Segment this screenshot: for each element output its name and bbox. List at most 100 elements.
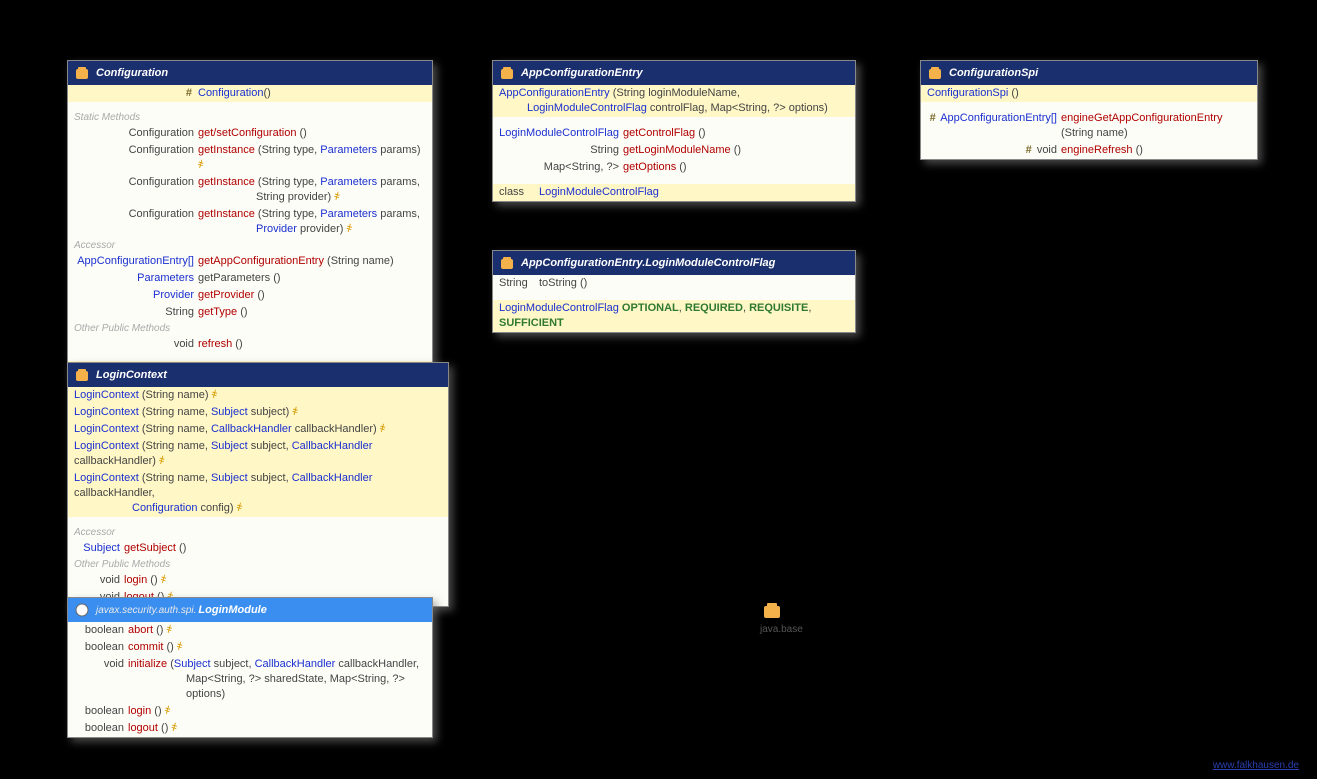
type-link[interactable]: Parameters xyxy=(320,176,377,188)
interface-header: javax.security.auth.spi. LoginModule xyxy=(68,598,432,622)
method-row: ParametersgetParameters () xyxy=(68,270,432,287)
type-link[interactable]: AppConfigurationEntry[] xyxy=(77,255,194,267)
type-link[interactable]: CallbackHandler xyxy=(255,658,336,670)
method-row: ConfigurationgetInstance (String type, P… xyxy=(68,206,432,238)
enum-row: LoginModuleControlFlag OPTIONAL, REQUIRE… xyxy=(493,300,855,332)
class-box-configuration: Configuration # Configuration() Static M… xyxy=(67,60,433,379)
type-link[interactable]: LoginContext xyxy=(74,440,139,452)
type-link[interactable]: Subject xyxy=(211,472,248,484)
type-link[interactable]: Subject xyxy=(174,658,211,670)
type-link[interactable]: Subject xyxy=(83,542,120,554)
method-row: Configurationget/setConfiguration () xyxy=(68,125,432,142)
class-body: ConfigurationSpi () # AppConfigurationEn… xyxy=(921,85,1257,159)
class-body: StringtoString () LoginModuleControlFlag… xyxy=(493,275,855,332)
method-row: booleanlogin () ҂ xyxy=(68,703,432,720)
method-row: SubjectgetSubject () xyxy=(68,540,448,557)
source-link[interactable]: www.falkhausen.de xyxy=(1213,760,1299,771)
constructor-row: ConfigurationSpi () xyxy=(921,85,1257,102)
type-link[interactable]: LoginModuleControlFlag xyxy=(499,127,619,139)
class-box-configspi: ConfigurationSpi ConfigurationSpi () # A… xyxy=(920,60,1258,160)
section-other: Other Public Methods xyxy=(68,557,448,572)
method-row: StringgetType () xyxy=(68,304,432,321)
type-link[interactable]: LoginModuleControlFlag xyxy=(539,186,659,198)
type-link[interactable]: LoginContext xyxy=(74,389,139,401)
method-row: LoginModuleControlFlaggetControlFlag () xyxy=(493,125,855,142)
type-link[interactable]: LoginModuleControlFlag xyxy=(527,102,647,114)
method-row: ProvidergetProvider () xyxy=(68,287,432,304)
type-link[interactable]: ConfigurationSpi xyxy=(927,87,1008,99)
class-header: ConfigurationSpi xyxy=(921,61,1257,85)
section-static-methods: Static Methods xyxy=(68,110,432,125)
class-header: AppConfigurationEntry.LoginModuleControl… xyxy=(493,251,855,275)
protected-marker: # xyxy=(930,112,936,124)
class-title: ConfigurationSpi xyxy=(949,67,1038,79)
constructor-sig: Configuration() xyxy=(198,86,426,101)
type-link[interactable]: LoginContext xyxy=(74,472,139,484)
class-title: AppConfigurationEntry.LoginModuleControl… xyxy=(521,257,775,269)
type-link[interactable]: LoginModuleControlFlag xyxy=(499,302,619,314)
type-link[interactable]: CallbackHandler xyxy=(292,472,373,484)
type-link[interactable]: CallbackHandler xyxy=(211,423,292,435)
type-link[interactable]: Parameters xyxy=(320,208,377,220)
method-row: booleanabort () ҂ xyxy=(68,622,432,639)
class-icon xyxy=(499,255,515,271)
type-link[interactable]: LoginContext xyxy=(74,406,139,418)
class-body: # Configuration() Static Methods Configu… xyxy=(68,85,432,378)
type-link[interactable]: LoginContext xyxy=(74,423,139,435)
inner-type-row: classLoginModuleControlFlag xyxy=(493,184,855,201)
throws-marker: ҂ xyxy=(198,159,204,171)
type-link[interactable]: Provider xyxy=(256,223,297,235)
spacer xyxy=(68,353,432,361)
section-other: Other Public Methods xyxy=(68,321,432,336)
type-link[interactable]: Parameters xyxy=(320,144,377,156)
spacer xyxy=(493,176,855,184)
enum-value: REQUIRED xyxy=(685,302,743,314)
type-link[interactable]: Subject xyxy=(211,440,248,452)
class-title: AppConfigurationEntry xyxy=(521,67,643,79)
method-row: ConfigurationgetInstance (String type, P… xyxy=(68,174,432,206)
constructor-row: # Configuration() xyxy=(68,85,432,102)
method-row: ConfigurationgetInstance (String type, P… xyxy=(68,142,432,174)
class-icon xyxy=(927,65,943,81)
type-link[interactable]: Configuration xyxy=(198,87,263,99)
class-header: LoginContext xyxy=(68,363,448,387)
type-link[interactable]: AppConfigurationEntry[] xyxy=(940,112,1057,124)
method-row: Map<String, ?>getOptions () xyxy=(493,159,855,176)
package-title: javax.security.auth.login xyxy=(788,600,1043,626)
enum-value: OPTIONAL xyxy=(622,302,679,314)
interface-box-loginmodule: javax.security.auth.spi. LoginModule boo… xyxy=(67,597,433,738)
enum-value: SUFFICIENT xyxy=(499,317,564,329)
class-box-controlflag: AppConfigurationEntry.LoginModuleControl… xyxy=(492,250,856,333)
type-link[interactable]: Configuration xyxy=(132,502,197,514)
method-row: # voidengineRefresh () xyxy=(921,142,1257,159)
type-link[interactable]: Subject xyxy=(211,406,248,418)
class-icon xyxy=(499,65,515,81)
section-accessor: Accessor xyxy=(68,525,448,540)
class-box-logincontext: LoginContext LoginContext (String name) … xyxy=(67,362,449,607)
section-accessor: Accessor xyxy=(68,238,432,253)
method-row: StringtoString () xyxy=(493,275,855,292)
class-title: LoginModule xyxy=(198,604,266,616)
method-row: booleanlogout () ҂ xyxy=(68,720,432,737)
package-module: java.base xyxy=(760,624,803,635)
class-header: AppConfigurationEntry xyxy=(493,61,855,85)
constructor-row: AppConfigurationEntry (String loginModul… xyxy=(493,85,855,117)
spacer xyxy=(493,292,855,300)
type-link[interactable]: AppConfigurationEntry xyxy=(499,87,610,99)
class-icon xyxy=(74,367,90,383)
diagram-canvas: Configuration # Configuration() Static M… xyxy=(0,0,1317,779)
package-prefix: javax.security.auth.spi. xyxy=(96,605,196,616)
type-link[interactable]: Provider xyxy=(153,289,194,301)
class-title: Configuration xyxy=(96,67,168,79)
package-icon xyxy=(762,600,782,620)
enum-value: REQUISITE xyxy=(749,302,808,314)
class-body: LoginContext (String name) ҂ LoginContex… xyxy=(68,387,448,606)
class-header: Configuration xyxy=(68,61,432,85)
class-icon xyxy=(74,65,90,81)
class-body: booleanabort () ҂ booleancommit () ҂ voi… xyxy=(68,622,432,737)
type-link[interactable]: Parameters xyxy=(137,272,194,284)
protected-marker: # xyxy=(74,86,198,101)
type-link[interactable]: CallbackHandler xyxy=(292,440,373,452)
class-body: AppConfigurationEntry (String loginModul… xyxy=(493,85,855,201)
method-row: voidlogin () ҂ xyxy=(68,572,448,589)
